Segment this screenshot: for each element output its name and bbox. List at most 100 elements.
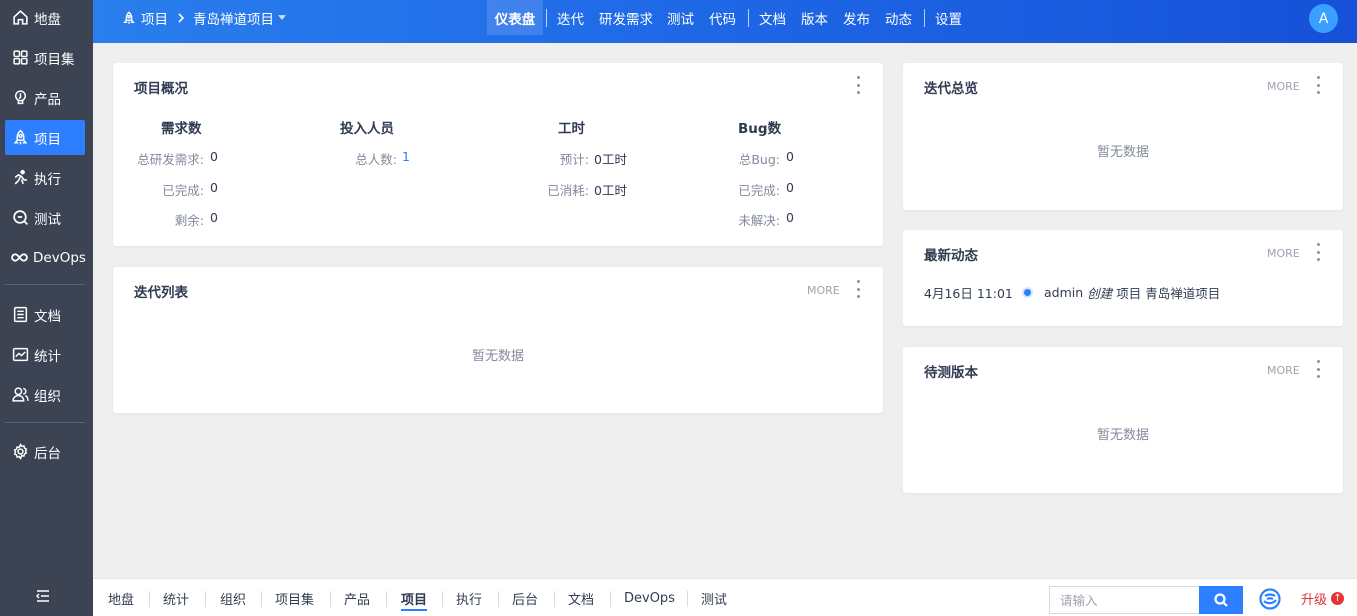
footer-tab-my[interactable]: 地盘 [108, 579, 134, 616]
nav-build[interactable]: 版本 [801, 0, 828, 35]
user-avatar[interactable]: A [1309, 4, 1338, 33]
footer-tab-execution[interactable]: 执行 [456, 579, 482, 616]
caret-down-icon [278, 15, 286, 20]
iteration-list-card: 迭代列表 MORE 暂无数据 [113, 267, 883, 413]
more-link[interactable]: MORE [1267, 80, 1300, 93]
sidebar-item-project[interactable]: 项目 [5, 120, 85, 155]
sidebar-item-label: 文档 [34, 308, 61, 325]
nav-doc[interactable]: 文档 [759, 0, 786, 35]
activity-action: 创建 [1087, 286, 1113, 301]
more-options-icon[interactable] [853, 76, 863, 94]
rocket-icon [122, 10, 136, 25]
home-icon [11, 9, 29, 27]
footer-tab-devops[interactable]: DevOps [624, 579, 675, 616]
sidebar-item-report[interactable]: 统计 [5, 337, 85, 372]
breadcrumb-module[interactable]: 项目 [122, 0, 168, 35]
more-options-icon[interactable] [1313, 76, 1323, 94]
sidebar-item-doc[interactable]: 文档 [5, 297, 85, 332]
more-link[interactable]: MORE [1267, 364, 1300, 377]
empty-state: 暂无数据 [1096, 145, 1149, 160]
nav-code[interactable]: 代码 [709, 0, 736, 35]
footer-divider [205, 591, 206, 607]
nav-iteration[interactable]: 迭代 [557, 0, 584, 35]
footer-tab-report[interactable]: 统计 [163, 579, 189, 616]
lightbulb-icon [11, 89, 29, 107]
empty-state: 暂无数据 [1096, 428, 1149, 443]
sidebar-item-label: DevOps [33, 249, 86, 266]
iteration-overview-card: 迭代总览 MORE 暂无数据 [903, 63, 1343, 210]
gear-icon [11, 443, 29, 461]
stat-label: 总人数: [355, 152, 397, 167]
search-button[interactable] [1199, 586, 1243, 614]
footer-tab-admin[interactable]: 后台 [512, 579, 538, 616]
activity-user: admin [1044, 285, 1084, 300]
nav-release[interactable]: 发布 [843, 0, 870, 35]
people-icon [11, 386, 29, 404]
upgrade-button[interactable]: 升级 ↑ [1301, 579, 1345, 616]
hours-heading: 工时 [558, 121, 585, 137]
sidebar: 地盘 项目集 产品 项目 执行 测试 DevOps 文档 统计 组织 后台 [0, 0, 93, 616]
nav-test[interactable]: 测试 [667, 0, 694, 35]
search-icon [1214, 593, 1228, 607]
project-switcher[interactable]: 青岛禅道项目 [193, 0, 286, 35]
zentao-logo-icon[interactable] [1258, 587, 1282, 611]
sidebar-item-devops[interactable]: DevOps [5, 240, 86, 275]
nav-dashboard[interactable]: 仪表盘 [487, 0, 543, 35]
sidebar-item-company[interactable]: 组织 [5, 377, 85, 412]
more-options-icon[interactable] [1313, 243, 1323, 261]
more-link[interactable]: MORE [807, 284, 840, 297]
sidebar-item-dashboard[interactable]: 地盘 [5, 0, 85, 35]
footer-tab-company[interactable]: 组织 [220, 579, 246, 616]
sidebar-item-label: 后台 [34, 445, 61, 462]
runner-icon [11, 169, 29, 187]
footer-tab-project[interactable]: 项目 [401, 579, 428, 616]
footer-tab-program[interactable]: 项目集 [275, 579, 314, 616]
sidebar-item-program[interactable]: 项目集 [5, 40, 85, 75]
sidebar-divider [5, 422, 85, 423]
collapse-menu-icon[interactable] [34, 587, 52, 605]
sidebar-item-label: 组织 [34, 388, 61, 405]
document-icon [11, 306, 29, 324]
more-options-icon[interactable] [853, 280, 863, 298]
grid-icon [11, 49, 29, 67]
nav-story[interactable]: 研发需求 [599, 0, 653, 35]
pending-builds-card: 待测版本 MORE 暂无数据 [903, 347, 1343, 493]
sidebar-item-product[interactable]: 产品 [5, 80, 85, 115]
nav-dynamic[interactable]: 动态 [885, 0, 912, 35]
sidebar-item-label: 项目集 [34, 51, 75, 68]
stat-value: 0 [210, 149, 218, 164]
card-title: 迭代列表 [134, 285, 188, 301]
footer-tab-product[interactable]: 产品 [344, 579, 370, 616]
more-link[interactable]: MORE [1267, 247, 1300, 260]
search-input[interactable] [1049, 586, 1199, 614]
sidebar-item-label: 地盘 [34, 11, 61, 28]
footer-divider [610, 591, 611, 607]
activity-target-link[interactable]: 青岛禅道项目 [1145, 283, 1220, 302]
bottom-bar: 地盘 统计 组织 项目集 产品 项目 执行 后台 文档 DevOps 测试 升级… [93, 578, 1357, 616]
sidebar-item-execution[interactable]: 执行 [5, 160, 85, 195]
card-title: 待测版本 [924, 365, 978, 381]
member-count-link[interactable]: 1 [402, 149, 410, 164]
footer-divider [498, 591, 499, 607]
activity-object: 项目 [1116, 286, 1142, 301]
chevron-right-icon [176, 0, 186, 35]
sidebar-item-label: 项目 [34, 131, 61, 148]
empty-state: 暂无数据 [471, 349, 524, 364]
nav-divider [924, 9, 925, 27]
stat-label: 未解决: [738, 213, 780, 228]
more-options-icon[interactable] [1313, 360, 1323, 378]
magnifier-icon [11, 209, 29, 227]
stat-value: 0 [210, 180, 218, 195]
infinity-icon [11, 249, 28, 267]
footer-tab-doc[interactable]: 文档 [568, 579, 594, 616]
sidebar-item-admin[interactable]: 后台 [5, 434, 85, 469]
footer-tab-test[interactable]: 测试 [701, 579, 727, 616]
nav-divider [546, 9, 547, 27]
sidebar-item-label: 统计 [34, 348, 61, 365]
stat-value: 0 [786, 180, 794, 195]
stat-label: 已完成: [738, 183, 780, 198]
footer-divider [330, 591, 331, 607]
card-title: 最新动态 [924, 248, 978, 264]
sidebar-item-test[interactable]: 测试 [5, 200, 85, 235]
nav-settings[interactable]: 设置 [935, 0, 962, 35]
